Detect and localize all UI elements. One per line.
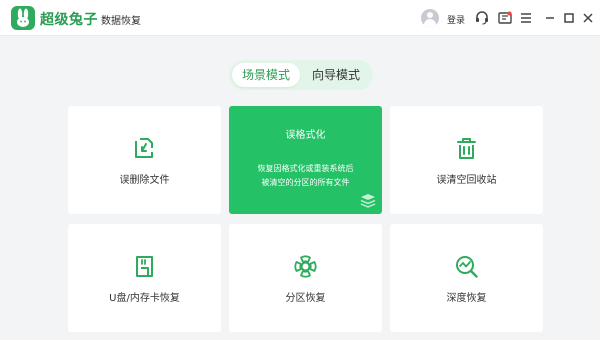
card-title: 误格式化 <box>285 130 326 141</box>
sd-card-icon <box>136 256 153 277</box>
menu-icon[interactable] <box>518 10 534 26</box>
rabbit-logo-icon <box>11 6 35 30</box>
close-icon[interactable] <box>580 10 596 26</box>
card-label: U盘/内存卡恢复 <box>109 293 180 304</box>
file-recover-icon <box>135 138 153 158</box>
tab-scenario-mode[interactable]: 场景模式 <box>232 63 300 87</box>
tab-wizard-mode[interactable]: 向导模式 <box>302 63 370 87</box>
minimize-icon[interactable] <box>542 10 558 26</box>
card-label: 误删除文件 <box>119 175 170 186</box>
disk-stack-icon <box>360 194 376 208</box>
card-recycle-bin[interactable]: 误清空回收站 <box>390 106 543 214</box>
card-format[interactable]: 误格式化 恢复因格式化或重装系统后 被清空的分区的所有文件 <box>229 106 382 214</box>
card-label: 分区恢复 <box>285 293 326 304</box>
app-brand: 超级兔子 数据恢复 <box>40 9 141 28</box>
feedback-icon[interactable] <box>497 10 513 26</box>
app-subtitle: 数据恢复 <box>101 16 141 27</box>
card-label: 深度恢复 <box>446 293 487 304</box>
maximize-icon[interactable] <box>561 10 577 26</box>
mode-tabs: 场景模式 向导模式 <box>229 60 373 90</box>
card-deleted-files[interactable]: 误删除文件 <box>68 106 221 214</box>
support-icon[interactable] <box>474 10 490 26</box>
login-button[interactable]: 登录 <box>447 13 465 26</box>
app-name: 超级兔子 <box>40 12 98 28</box>
deep-scan-icon <box>456 256 478 278</box>
card-label: 误清空回收站 <box>436 175 497 186</box>
card-deep-recovery[interactable]: 深度恢复 <box>390 224 543 332</box>
card-partition[interactable]: 分区恢复 <box>229 224 382 332</box>
avatar-icon[interactable] <box>421 9 439 27</box>
card-usb-card[interactable]: U盘/内存卡恢复 <box>68 224 221 332</box>
title-bar: 超级兔子 数据恢复 登录 <box>0 0 600 36</box>
trash-icon <box>457 138 476 159</box>
card-description: 恢复因格式化或重装系统后 被清空的分区的所有文件 <box>229 162 382 190</box>
card-description-line: 被清空的分区的所有文件 <box>261 178 350 187</box>
card-description-line: 恢复因格式化或重装系统后 <box>257 164 354 173</box>
partition-icon <box>294 255 317 278</box>
